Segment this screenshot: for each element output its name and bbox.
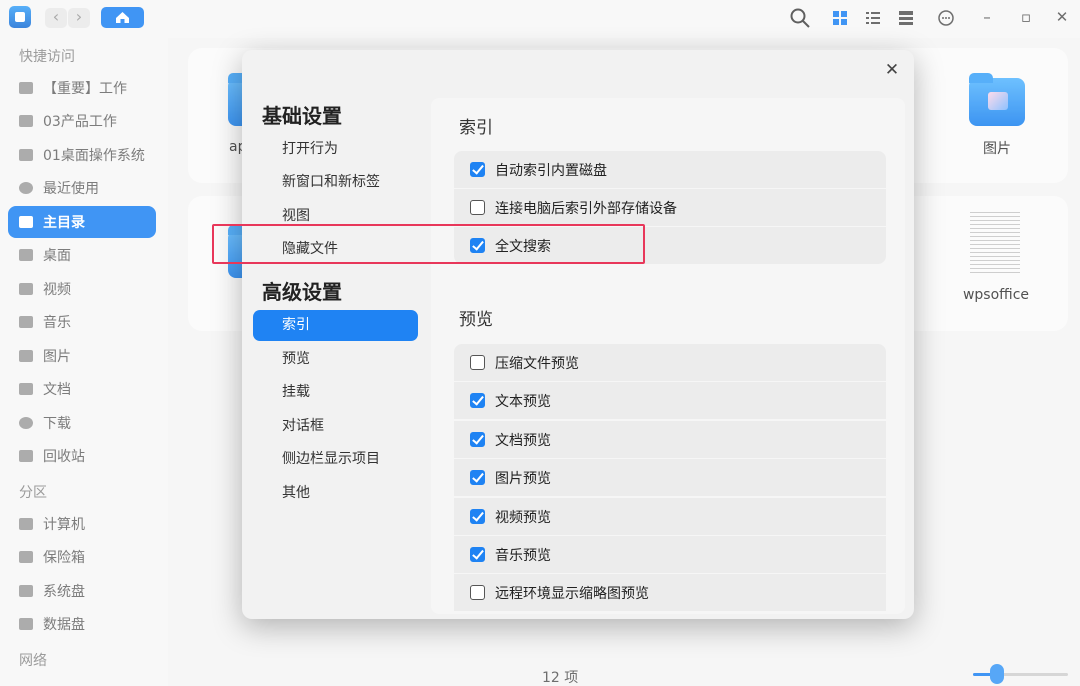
nav-group-basic: 基础设置 <box>262 104 342 128</box>
option-auto-index-builtin-disk[interactable]: 自动索引内置磁盘 <box>454 151 886 188</box>
option-video-preview[interactable]: 视频预览 <box>454 498 886 535</box>
checkbox[interactable] <box>470 509 485 524</box>
option-remote-thumbnail-preview[interactable]: 远程环境显示缩略图预览 <box>454 574 886 611</box>
option-text-preview[interactable]: 文本预览 <box>454 382 886 419</box>
nav-group-advanced: 高级设置 <box>262 280 342 304</box>
checkbox[interactable] <box>470 162 485 177</box>
option-archive-preview[interactable]: 压缩文件预览 <box>454 344 886 381</box>
index-section-title: 索引 <box>459 118 493 138</box>
nav-item-sidebar-items[interactable]: 侧边栏显示项目 <box>253 444 418 475</box>
nav-item-index[interactable]: 索引 <box>253 310 418 341</box>
nav-item-dialog[interactable]: 对话框 <box>253 411 418 442</box>
nav-item-new-window-tab[interactable]: 新窗口和新标签 <box>253 167 418 198</box>
option-document-preview[interactable]: 文档预览 <box>454 421 886 458</box>
checkbox[interactable] <box>470 355 485 370</box>
checkbox[interactable] <box>470 432 485 447</box>
checkbox[interactable] <box>470 547 485 562</box>
option-index-external-storage[interactable]: 连接电脑后索引外部存储设备 <box>454 189 886 226</box>
nav-item-other[interactable]: 其他 <box>253 478 418 509</box>
checkbox[interactable] <box>470 200 485 215</box>
checkbox[interactable] <box>470 393 485 408</box>
option-image-preview[interactable]: 图片预览 <box>454 459 886 496</box>
settings-content-panel[interactable]: 索引 自动索引内置磁盘 连接电脑后索引外部存储设备 全文搜索 预览 压缩文件预览… <box>431 98 905 614</box>
nav-item-mount[interactable]: 挂载 <box>253 377 418 408</box>
nav-item-preview[interactable]: 预览 <box>253 344 418 375</box>
checkbox[interactable] <box>470 585 485 600</box>
option-music-preview[interactable]: 音乐预览 <box>454 536 886 573</box>
preview-section-title: 预览 <box>459 310 493 330</box>
settings-dialog: ✕ 基础设置 打开行为 新窗口和新标签 视图 隐藏文件 高级设置 索引 预览 挂… <box>242 50 914 619</box>
close-icon[interactable]: ✕ <box>882 60 902 80</box>
checkbox[interactable] <box>470 470 485 485</box>
nav-item-open-behavior[interactable]: 打开行为 <box>253 134 418 165</box>
full-text-search-highlight-box <box>212 224 645 264</box>
